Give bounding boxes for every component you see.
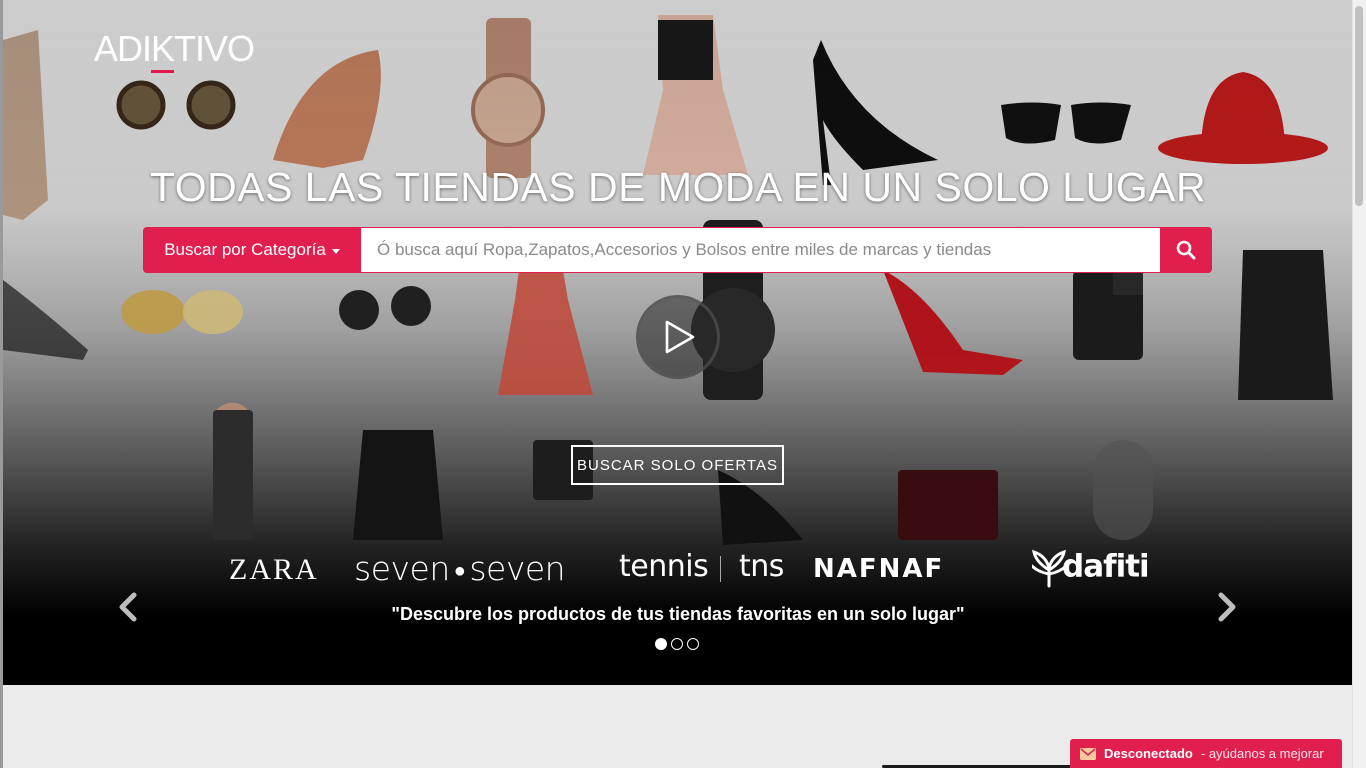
play-icon — [665, 320, 695, 354]
brand-seven-seven[interactable]: seven ● seven — [354, 549, 566, 588]
chevron-right-icon — [1218, 592, 1236, 622]
feedback-chat-tab[interactable]: Desconectado - ayúdanos a mejorar — [1070, 739, 1342, 768]
carousel-prev-button[interactable] — [113, 590, 143, 624]
dot-icon: ● — [453, 558, 466, 582]
logo-text-end: TIVO — [174, 28, 255, 69]
brand-seven-a: seven — [354, 549, 450, 588]
leaf-icon — [1030, 549, 1068, 588]
brand-nafnaf[interactable]: NAFNAF — [813, 554, 944, 584]
search-bar: Buscar por Categoría — [143, 227, 1212, 273]
hero-tagline: "Descubre los productos de tus tiendas f… — [391, 604, 965, 624]
brand-zara[interactable]: ZARA — [229, 553, 319, 587]
carousel-next-button[interactable] — [1212, 590, 1242, 624]
mail-icon — [1080, 747, 1096, 760]
carousel-dot-2[interactable] — [671, 638, 683, 650]
category-button-label: Buscar por Categoría — [164, 240, 326, 259]
chevron-left-icon — [119, 592, 137, 622]
offers-button[interactable]: BUSCAR SOLO OFERTAS — [571, 445, 784, 485]
carousel-dot-3[interactable] — [687, 638, 699, 650]
search-icon — [1176, 240, 1196, 260]
logo-text: ADI — [94, 28, 152, 69]
chat-label: - ayúdanos a mejorar — [1200, 746, 1324, 761]
brand-divider — [720, 556, 721, 582]
brand-dafiti-label: dafiti — [1062, 548, 1150, 585]
brand-seven-b: seven — [469, 549, 566, 588]
caret-down-icon — [331, 248, 340, 254]
logo-k: K — [151, 28, 175, 73]
brand-tns[interactable]: tns — [739, 549, 784, 584]
logo[interactable]: ADIKTIVO — [94, 28, 255, 73]
brand-tennis[interactable]: tennis — [619, 549, 709, 584]
page: ADIKTIVO TODAS LAS TIENDAS DE MODA EN UN… — [0, 0, 1366, 768]
scrollbar-thumb[interactable] — [1355, 6, 1363, 206]
carousel-dot-1[interactable] — [655, 638, 667, 650]
chat-status: Desconectado — [1104, 746, 1193, 761]
search-button[interactable] — [1160, 227, 1212, 273]
brand-logos: ZARA seven ● seven tennis tns NAFNAF dafit… — [229, 540, 1150, 600]
hero-headline: TODAS LAS TIENDAS DE MODA EN UN SOLO LUG… — [149, 164, 1207, 210]
video-play-button[interactable] — [636, 295, 720, 379]
carousel-indicators — [655, 638, 699, 650]
brand-dafiti[interactable]: dafiti — [1030, 548, 1150, 588]
category-dropdown-button[interactable]: Buscar por Categoría — [143, 227, 361, 273]
search-input[interactable] — [361, 227, 1160, 273]
